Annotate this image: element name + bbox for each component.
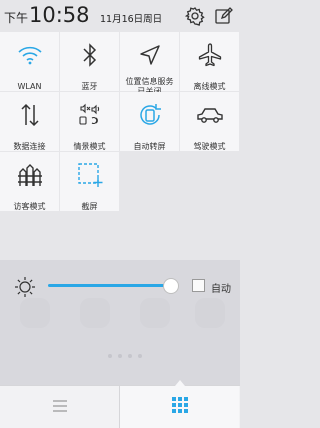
brightness-slider-thumb[interactable] [163, 278, 179, 294]
brightness-icon [14, 276, 36, 302]
active-tab-pointer [175, 380, 185, 386]
tile-label: 驾驶模式 [193, 142, 226, 151]
tile-wlan[interactable]: WLAN [0, 32, 59, 91]
tile-bluetooth[interactable]: 蓝牙 [60, 32, 119, 91]
tile-screenshot[interactable]: 截屏 [60, 152, 119, 211]
bluetooth-icon [60, 40, 119, 70]
tile-auto-rotate[interactable]: 自动转屏 [120, 92, 179, 151]
location-icon [120, 40, 179, 70]
time-prefix: 下午 [4, 11, 29, 25]
ghost-app-icon [80, 298, 110, 328]
tile-driving-mode[interactable]: 驾驶模式 [180, 92, 239, 151]
grid-icon [171, 397, 188, 417]
tile-guest-mode[interactable]: 访客模式 [0, 152, 59, 211]
tile-sound-profile[interactable]: 情景模式 [60, 92, 119, 151]
tile-label: 访客模式 [13, 202, 46, 211]
tab-grid[interactable] [120, 386, 239, 428]
edit-icon[interactable] [214, 6, 234, 26]
list-icon [51, 398, 69, 417]
status-bar: 下午 10:58 11月16日周日 [0, 0, 240, 32]
brightness-slider-track[interactable] [48, 284, 171, 287]
car-icon [180, 100, 239, 130]
tile-airplane[interactable]: 离线模式 [180, 32, 239, 91]
ghost-app-icon [195, 298, 225, 328]
tile-label: 蓝牙 [81, 82, 98, 91]
ghost-app-icon [20, 298, 50, 328]
data-arrows-icon [0, 100, 59, 130]
airplane-icon [180, 40, 239, 70]
bottom-tab-bar [0, 380, 240, 428]
sound-profile-icon [60, 100, 119, 130]
tile-label: 情景模式 [73, 142, 106, 151]
tab-list[interactable] [0, 386, 119, 428]
tile-label: WLAN [17, 82, 42, 91]
tile-label: 数据连接 [13, 142, 46, 151]
settings-icon[interactable] [184, 6, 205, 26]
tile-label: 离线模式 [193, 82, 226, 91]
tile-label: 截屏 [81, 202, 98, 211]
auto-brightness-label: 自动 [211, 284, 231, 295]
auto-brightness-checkbox[interactable] [192, 279, 205, 292]
screenshot-icon [60, 160, 119, 190]
tile-location[interactable]: 位置信息服务已关闭 [120, 32, 179, 96]
auto-rotate-icon [120, 100, 179, 130]
wifi-icon [0, 40, 59, 70]
ghost-app-icon [140, 298, 170, 328]
page-indicator [108, 354, 142, 358]
tile-label: 自动转屏 [133, 142, 166, 151]
guest-mode-icon [0, 160, 59, 190]
clock-time: 10:58 [29, 3, 90, 27]
date-text: 11月16日周日 [100, 14, 163, 25]
tile-data-connection[interactable]: 数据连接 [0, 92, 59, 151]
